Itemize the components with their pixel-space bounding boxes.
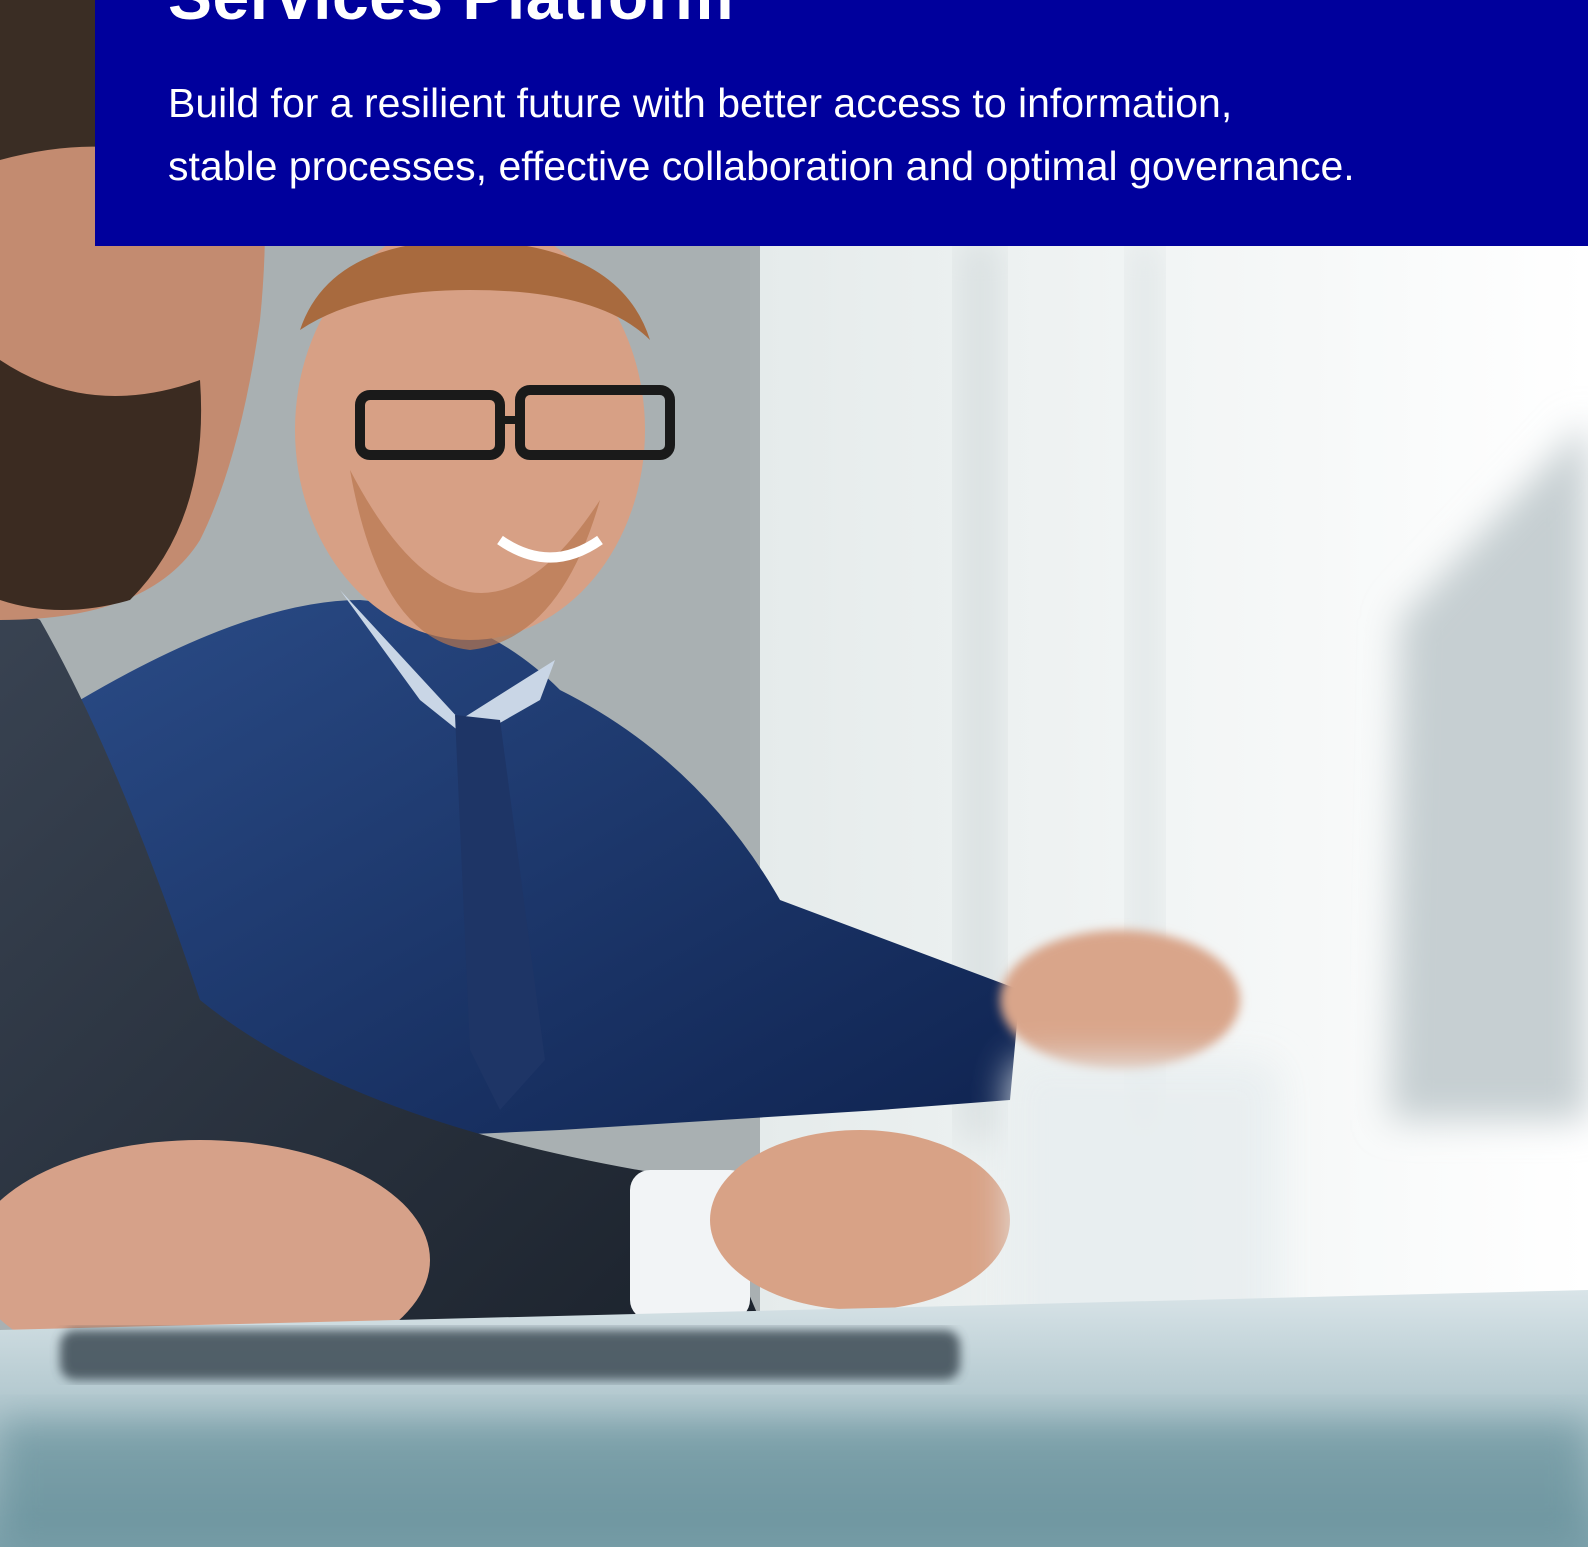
hero-banner: Services Platform Build for a resilient … bbox=[95, 0, 1588, 246]
hero-section: Services Platform Build for a resilient … bbox=[0, 0, 1588, 1547]
hero-subtitle-line-2: stable processes, effective collaboratio… bbox=[168, 143, 1355, 189]
hero-title: Services Platform bbox=[168, 0, 734, 34]
hero-subtitle: Build for a resilient future with better… bbox=[168, 72, 1548, 198]
hero-subtitle-line-1: Build for a resilient future with better… bbox=[168, 80, 1233, 126]
